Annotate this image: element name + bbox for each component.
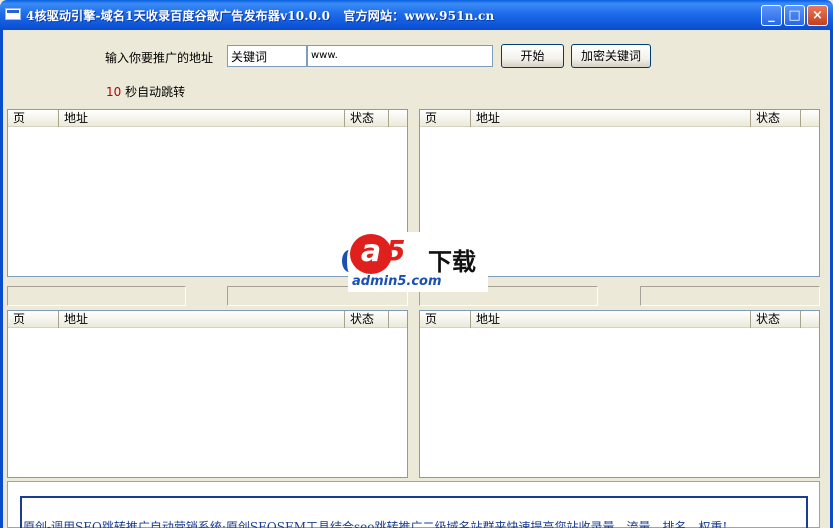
admin5-watermark: a 5 下载 admin5.com (342, 232, 492, 294)
column-page[interactable]: 页 (420, 311, 471, 328)
url-input[interactable]: www. (307, 45, 493, 67)
encrypt-keyword-button[interactable]: 加密关键词 (571, 44, 651, 68)
column-status[interactable]: 状态 (345, 311, 389, 328)
progress-bar-1 (7, 286, 186, 306)
progress-bar-4 (640, 286, 820, 306)
column-page[interactable]: 页 (420, 110, 471, 127)
keyword-input[interactable]: 关键词 (227, 45, 307, 67)
list-view-bottom-left[interactable]: 页 地址 状态 (7, 310, 408, 478)
column-address[interactable]: 地址 (471, 311, 751, 328)
maximize-button[interactable]: □ (784, 5, 805, 26)
minimize-button[interactable]: _ (761, 5, 782, 26)
app-icon (5, 8, 21, 20)
list-header: 页 地址 状态 (420, 311, 819, 328)
window-frame-left (0, 30, 3, 528)
info-text: 原创-调用SEO跳转推广自动营销系统;原创SEOSEM工具结合seo跳转推广二级… (20, 496, 808, 528)
countdown-text: 秒自动跳转 (125, 85, 186, 99)
window-title: 4核驱动引擎-域名1天收录百度谷歌广告发布器v10.0.0 官方网站：www.9… (26, 9, 495, 23)
column-address[interactable]: 地址 (471, 110, 751, 127)
start-button[interactable]: 开始 (501, 44, 564, 68)
column-page[interactable]: 页 (8, 110, 59, 127)
a5-logo-digit: 5 (386, 234, 406, 267)
column-address[interactable]: 地址 (59, 110, 345, 127)
list-header: 页 地址 状态 (8, 110, 407, 127)
watermark-url: admin5.com (352, 274, 442, 289)
list-header: 页 地址 状态 (420, 110, 819, 127)
watermark-cn-text: 下载 (428, 248, 476, 276)
countdown-number: 10 (106, 85, 122, 99)
info-panel: 原创-调用SEO跳转推广自动营销系统;原创SEOSEM工具结合seo跳转推广二级… (7, 481, 820, 528)
close-button[interactable]: × (807, 5, 828, 26)
address-label: 输入你要推广的地址 (105, 51, 214, 65)
title-bar: 4核驱动引擎-域名1天收录百度谷歌广告发布器v10.0.0 官方网站：www.9… (0, 0, 833, 30)
column-page[interactable]: 页 (8, 311, 59, 328)
countdown: 10 秒自动跳转 (106, 83, 185, 100)
list-header: 页 地址 状态 (8, 311, 407, 328)
column-address[interactable]: 地址 (59, 311, 345, 328)
column-status[interactable]: 状态 (751, 110, 801, 127)
column-status[interactable]: 状态 (751, 311, 801, 328)
list-view-bottom-right[interactable]: 页 地址 状态 (419, 310, 820, 478)
column-status[interactable]: 状态 (345, 110, 389, 127)
